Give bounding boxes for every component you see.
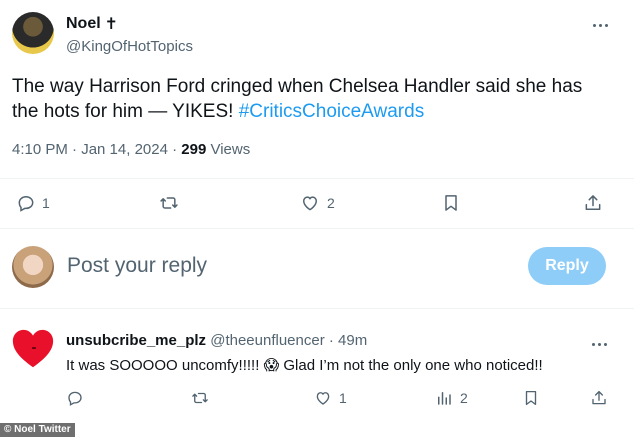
divider — [0, 308, 634, 309]
bookmark-action[interactable] — [441, 193, 461, 213]
tweet-meta: 4:10 PM · Jan 14, 2024 · 299 Views — [12, 141, 250, 158]
reply-action[interactable]: 1 — [16, 193, 50, 213]
heart-avatar-icon[interactable] — [10, 326, 56, 372]
reply-like-count: 1 — [339, 390, 347, 406]
author-handle[interactable]: @KingOfHotTopics — [66, 38, 193, 55]
reply-more-options-icon[interactable] — [589, 337, 609, 351]
reply-text: It was SOOOOO uncomfy!!!!! 😱 Glad I’m no… — [66, 357, 543, 374]
reply-author-handle[interactable]: @theeunfluencer — [210, 332, 324, 349]
author-name[interactable]: Noel — [66, 15, 101, 33]
heart-icon — [303, 196, 317, 211]
tweet-text: The way Harrison Ford cringed when Chels… — [12, 74, 612, 124]
divider — [0, 178, 634, 179]
reply-bookmark-action[interactable] — [522, 389, 540, 407]
retweet-action[interactable] — [158, 193, 180, 213]
bookmark-icon — [525, 390, 537, 406]
views-count: 299 — [181, 141, 207, 158]
share-icon — [585, 195, 601, 210]
views-label: Views — [206, 141, 251, 158]
share-icon — [592, 390, 606, 405]
bookmark-icon — [445, 195, 457, 211]
author-avatar[interactable] — [12, 12, 54, 54]
more-options-icon[interactable] — [590, 18, 610, 32]
image-credit: © Noel Twitter — [0, 423, 75, 437]
reply-age[interactable]: · 49m — [325, 332, 367, 349]
reply-reply-action[interactable] — [66, 389, 90, 407]
reply-share-action[interactable] — [590, 389, 608, 407]
retweet-icon — [192, 392, 208, 404]
reply-like-action[interactable]: 1 — [313, 389, 347, 407]
reply-count: 1 — [42, 195, 50, 211]
like-action[interactable]: 2 — [299, 193, 335, 213]
reply-views-count: 2 — [460, 390, 468, 406]
reply-views-action[interactable]: 2 — [434, 389, 468, 407]
reply-author-row[interactable]: unsubcribe_me_plz @theeunfluencer · 49m — [66, 332, 367, 349]
views-chart-icon — [438, 392, 451, 405]
author-name-row[interactable]: Noel ✝ — [66, 14, 118, 34]
current-user-avatar[interactable] — [12, 246, 54, 288]
retweet-icon — [160, 197, 178, 209]
divider — [0, 228, 634, 229]
cross-glyph: ✝ — [104, 16, 119, 33]
like-count: 2 — [327, 195, 335, 211]
reply-button[interactable]: Reply — [528, 247, 606, 285]
share-action[interactable] — [583, 193, 603, 213]
heart-icon — [316, 392, 330, 405]
tweet-timestamp[interactable]: 4:10 PM · Jan 14, 2024 · — [12, 141, 181, 158]
reply-input[interactable]: Post your reply — [67, 254, 207, 278]
reply-retweet-action[interactable] — [190, 389, 216, 407]
hashtag-link[interactable]: #CriticsChoiceAwards — [239, 101, 425, 122]
reply-icon — [18, 195, 34, 212]
reply-icon — [68, 391, 82, 406]
reply-author-name[interactable]: unsubcribe_me_plz — [66, 332, 206, 349]
